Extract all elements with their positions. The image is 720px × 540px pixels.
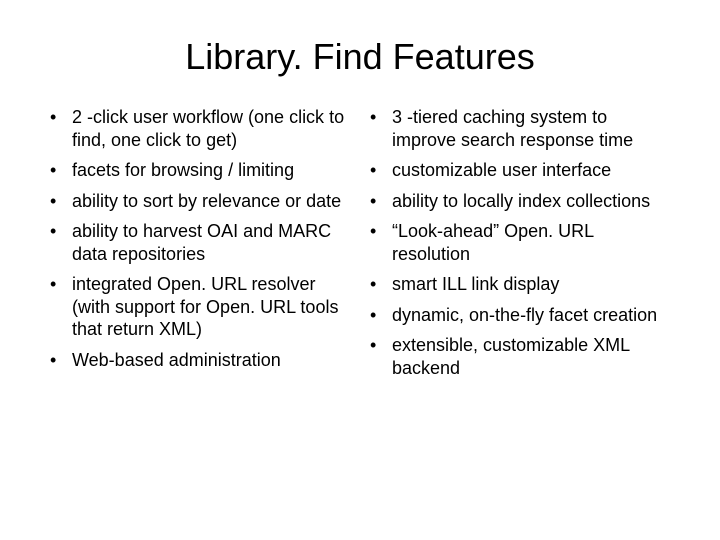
list-item-text: “Look-ahead” Open. URL resolution: [392, 220, 672, 265]
bullet-icon: •: [368, 106, 392, 129]
list-item-text: 2 -click user workflow (one click to fin…: [72, 106, 352, 151]
left-column: • 2 -click user workflow (one click to f…: [48, 106, 362, 387]
list-item: • customizable user interface: [368, 159, 672, 182]
two-column-layout: • 2 -click user workflow (one click to f…: [48, 106, 672, 387]
right-feature-list: • 3 -tiered caching system to improve se…: [368, 106, 672, 379]
list-item-text: ability to harvest OAI and MARC data rep…: [72, 220, 352, 265]
left-feature-list: • 2 -click user workflow (one click to f…: [48, 106, 352, 371]
list-item-text: ability to sort by relevance or date: [72, 190, 352, 213]
list-item: • dynamic, on-the-fly facet creation: [368, 304, 672, 327]
list-item: • extensible, customizable XML backend: [368, 334, 672, 379]
bullet-icon: •: [48, 220, 72, 243]
bullet-icon: •: [48, 273, 72, 296]
list-item: • facets for browsing / limiting: [48, 159, 352, 182]
bullet-icon: •: [48, 349, 72, 372]
slide-title: Library. Find Features: [48, 36, 672, 78]
list-item: • ability to harvest OAI and MARC data r…: [48, 220, 352, 265]
bullet-icon: •: [368, 304, 392, 327]
bullet-icon: •: [368, 159, 392, 182]
list-item-text: extensible, customizable XML backend: [392, 334, 672, 379]
bullet-icon: •: [368, 273, 392, 296]
list-item-text: Web-based administration: [72, 349, 352, 372]
list-item: • ability to sort by relevance or date: [48, 190, 352, 213]
bullet-icon: •: [48, 106, 72, 129]
list-item-text: dynamic, on-the-fly facet creation: [392, 304, 672, 327]
list-item: • “Look-ahead” Open. URL resolution: [368, 220, 672, 265]
bullet-icon: •: [368, 190, 392, 213]
bullet-icon: •: [48, 190, 72, 213]
list-item: • 2 -click user workflow (one click to f…: [48, 106, 352, 151]
list-item: • 3 -tiered caching system to improve se…: [368, 106, 672, 151]
list-item: • integrated Open. URL resolver (with su…: [48, 273, 352, 341]
list-item-text: smart ILL link display: [392, 273, 672, 296]
list-item-text: integrated Open. URL resolver (with supp…: [72, 273, 352, 341]
bullet-icon: •: [368, 334, 392, 357]
bullet-icon: •: [368, 220, 392, 243]
list-item-text: ability to locally index collections: [392, 190, 672, 213]
list-item-text: customizable user interface: [392, 159, 672, 182]
list-item-text: facets for browsing / limiting: [72, 159, 352, 182]
list-item: • Web-based administration: [48, 349, 352, 372]
list-item: • smart ILL link display: [368, 273, 672, 296]
list-item-text: 3 -tiered caching system to improve sear…: [392, 106, 672, 151]
list-item: • ability to locally index collections: [368, 190, 672, 213]
right-column: • 3 -tiered caching system to improve se…: [362, 106, 672, 387]
bullet-icon: •: [48, 159, 72, 182]
